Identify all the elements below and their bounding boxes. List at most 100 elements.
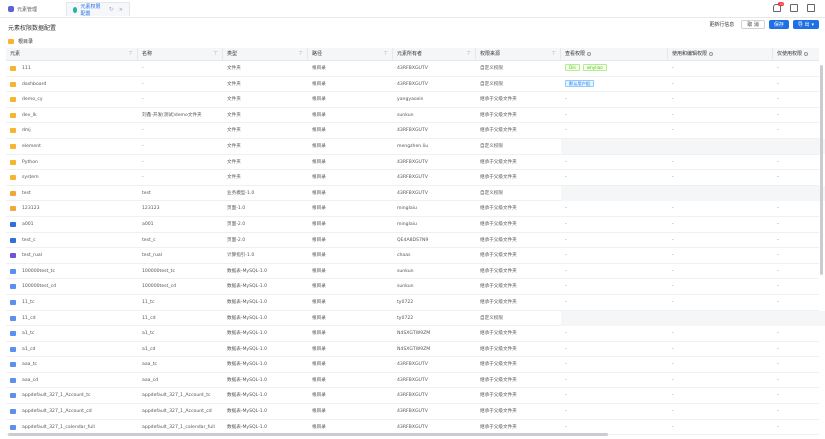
- element-label[interactable]: appdefault_327_1_Account_tc: [22, 388, 91, 403]
- col-edit-cell[interactable]: -: [668, 123, 773, 138]
- col-edit-cell[interactable]: -: [668, 92, 773, 107]
- element-label[interactable]: test: [22, 186, 31, 201]
- filter-icon[interactable]: ⊤: [467, 48, 471, 61]
- col-use-cell[interactable]: -: [773, 373, 825, 388]
- col-use-cell[interactable]: -: [773, 170, 825, 185]
- col-view-cell[interactable]: -: [561, 326, 668, 341]
- col-view-cell[interactable]: -: [561, 170, 668, 185]
- close-icon[interactable]: ×: [119, 7, 123, 13]
- filter-icon[interactable]: ⊤: [552, 48, 556, 61]
- breadcrumb[interactable]: 根目录: [8, 38, 33, 45]
- element-label[interactable]: dmj: [22, 123, 31, 138]
- table-row[interactable]: system - 文件夹 根目录 43RFBXGUTV 继承于父级文件夹 - - -: [6, 170, 819, 186]
- col-use-cell[interactable]: -: [773, 108, 825, 123]
- col-path-header[interactable]: 路径 ⊤: [308, 48, 393, 61]
- element-label[interactable]: test_c: [22, 233, 36, 248]
- col-edit-cell[interactable]: -: [668, 373, 773, 388]
- col-edit-cell[interactable]: -: [668, 357, 773, 372]
- col-edit-cell[interactable]: -: [668, 326, 773, 341]
- col-use-cell[interactable]: -: [773, 61, 825, 76]
- col-view-cell[interactable]: 默认用户组: [561, 77, 668, 92]
- element-label[interactable]: 100000test_tc: [22, 264, 55, 279]
- table-row[interactable]: 100000test_cd 100000test_cd 数据表-MySQL-1.0 根…: [6, 279, 819, 295]
- vertical-scrollbar[interactable]: [820, 65, 823, 275]
- col-edit-cell[interactable]: -: [668, 77, 773, 92]
- col-view-cell[interactable]: -: [561, 342, 668, 357]
- table-row[interactable]: aaa_tc aaa_tc 数据表-MySQL-1.0 根目录 43RFBXGUTV 继承…: [6, 357, 819, 373]
- col-view-cell[interactable]: -: [561, 279, 668, 294]
- bell-icon[interactable]: 10: [773, 2, 785, 12]
- table-row[interactable]: appdefault_327_1_Account_cd appdefault_32…: [6, 404, 819, 420]
- col-edit-cell[interactable]: -: [668, 342, 773, 357]
- element-label[interactable]: dev_lk: [22, 108, 37, 123]
- refresh-icon[interactable]: ↻: [109, 6, 114, 13]
- element-label[interactable]: 11_tc: [22, 295, 34, 310]
- col-view-cell[interactable]: -: [561, 201, 668, 216]
- element-label[interactable]: a001: [22, 217, 34, 232]
- col-owner-header[interactable]: 元素所有者 ⊤: [393, 48, 476, 61]
- col-use-cell[interactable]: -: [773, 388, 825, 403]
- tab-element-management[interactable]: 元素管理: [2, 2, 64, 16]
- col-use-cell[interactable]: -: [773, 123, 825, 138]
- col-type-header[interactable]: 类型 ⊤: [223, 48, 308, 61]
- col-view-cell[interactable]: -: [561, 388, 668, 403]
- element-label[interactable]: a1_tc: [22, 326, 34, 341]
- element-label[interactable]: dashboard: [22, 77, 46, 92]
- col-edit-cell[interactable]: [668, 185, 773, 201]
- col-use-cell[interactable]: -: [773, 420, 825, 435]
- col-edit-cell[interactable]: -: [668, 279, 773, 294]
- col-edit-cell[interactable]: [668, 138, 773, 154]
- col-use-cell[interactable]: -: [773, 357, 825, 372]
- col-view-cell[interactable]: [561, 310, 668, 326]
- col-view-cell[interactable]: -: [561, 217, 668, 232]
- col-use-cell[interactable]: -: [773, 326, 825, 341]
- table-row[interactable]: 111- 文件夹 根目录 43RFBXGUTV 自定义权限 Dili whyliao - -: [6, 61, 819, 77]
- col-use-cell[interactable]: -: [773, 342, 825, 357]
- element-label[interactable]: system: [22, 170, 39, 185]
- col-edit-cell[interactable]: -: [668, 248, 773, 263]
- user-icon[interactable]: [807, 4, 815, 12]
- col-view-cell[interactable]: Dili whyliao: [561, 61, 668, 76]
- cancel-button[interactable]: 取 消: [741, 20, 765, 29]
- col-name-header[interactable]: 名称 ⊤: [138, 48, 223, 61]
- col-edit-cell[interactable]: -: [668, 233, 773, 248]
- col-source-header[interactable]: 权限来源 ⊤: [476, 48, 561, 61]
- col-view-header[interactable]: 查看权限: [561, 48, 668, 61]
- table-row[interactable]: 123123 123123 页面-1.0 根目录 minglaiu 继承于父级文件夹 - - -: [6, 201, 819, 217]
- export-button[interactable]: 导 出 ▾: [792, 20, 819, 29]
- col-element-header[interactable]: 元素 ⊤: [6, 48, 138, 61]
- element-label[interactable]: 11_cd: [22, 311, 36, 326]
- tab-element-permission[interactable]: 元素权限配置 ↻ ×: [66, 2, 130, 17]
- help-icon[interactable]: [587, 51, 592, 56]
- col-use-cell[interactable]: -: [773, 233, 825, 248]
- element-label[interactable]: appdefault_327_1_Account_cd: [22, 404, 92, 419]
- table-row[interactable]: dev_lk 刘鑫-开发(测试)demo文件夹 文件夹 根目录 sunkun 继承于父级文…: [6, 107, 819, 124]
- col-edit-cell[interactable]: -: [668, 388, 773, 403]
- col-edit-cell[interactable]: -: [668, 217, 773, 232]
- element-label[interactable]: element: [22, 139, 41, 154]
- table-row[interactable]: aaa_cd aaa_cd 数据表-MySQL-1.0 根目录 43RFBXGUTV 继承…: [6, 372, 819, 389]
- help-icon[interactable]: [709, 51, 714, 56]
- filter-icon[interactable]: ⊤: [214, 48, 218, 61]
- col-use-cell[interactable]: -: [773, 404, 825, 419]
- table-row[interactable]: test test 业务模型-1.0 根目录 43RFBXGUTV 自定义权限: [6, 185, 825, 202]
- table-row[interactable]: test_rual test_rual 计算指引-1.0 根目录 chaas 继承于父级文…: [6, 248, 819, 264]
- col-view-cell[interactable]: -: [561, 92, 668, 107]
- message-icon[interactable]: [790, 4, 798, 12]
- help-icon[interactable]: [804, 51, 809, 56]
- col-edit-cell[interactable]: -: [668, 295, 773, 310]
- col-view-cell[interactable]: -: [561, 155, 668, 170]
- col-use-cell[interactable]: [773, 310, 825, 326]
- col-use-cell[interactable]: -: [773, 279, 825, 294]
- col-edit-cell[interactable]: -: [668, 108, 773, 123]
- col-edit-cell[interactable]: -: [668, 201, 773, 216]
- table-row[interactable]: element - 文件夹 根目录 mengzhen.liu 自定义权限: [6, 138, 825, 155]
- col-view-cell[interactable]: -: [561, 404, 668, 419]
- table-row[interactable]: 11_tc 11_tc 数据表-MySQL-1.0 根目录 ty0722 继承于父级文件夹…: [6, 294, 819, 311]
- table-row[interactable]: 11_cd 11_cd 数据表-MySQL-1.0 根目录 ty0722 自定义权限: [6, 310, 825, 327]
- col-view-cell[interactable]: -: [561, 123, 668, 138]
- col-edit-cell[interactable]: -: [668, 155, 773, 170]
- col-use-cell[interactable]: -: [773, 77, 825, 92]
- col-view-cell[interactable]: -: [561, 357, 668, 372]
- col-view-cell[interactable]: -: [561, 248, 668, 263]
